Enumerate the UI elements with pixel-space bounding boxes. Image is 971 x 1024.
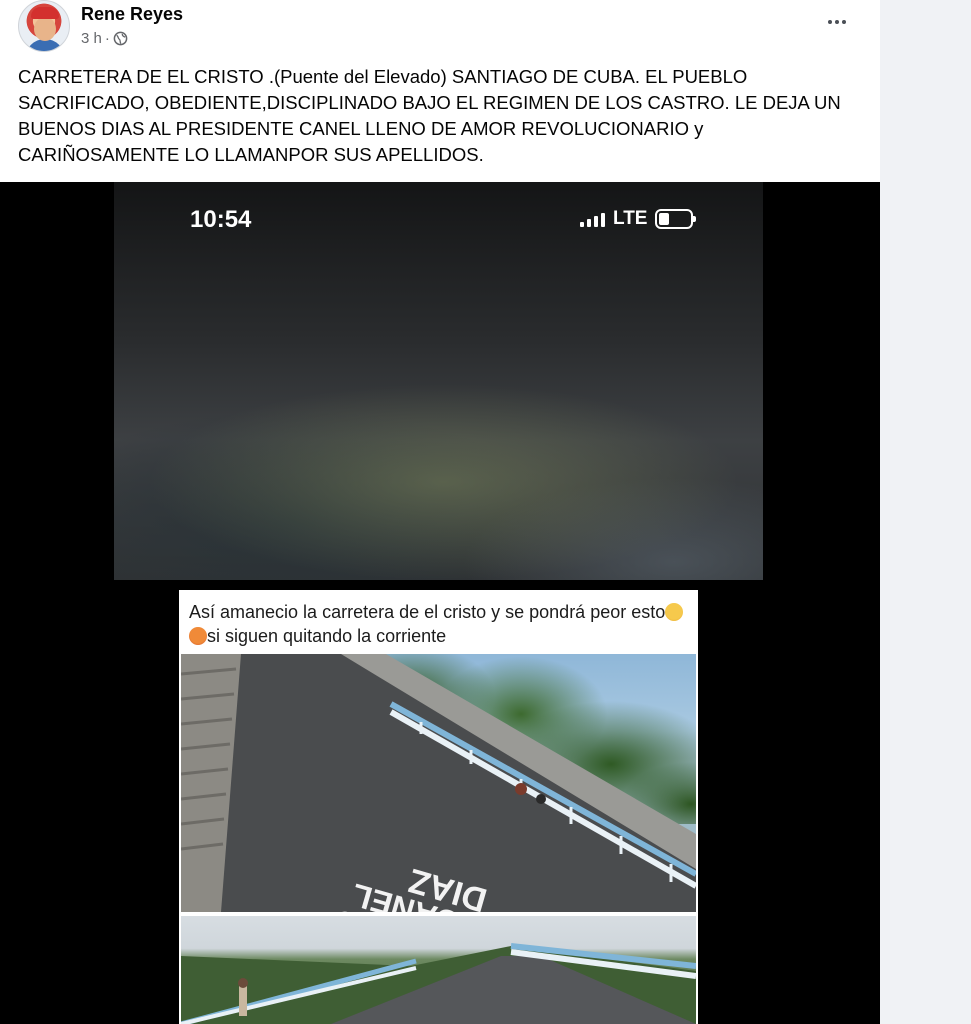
caption-text-start: Así amanecio la carretera de el cristo y…	[189, 602, 666, 622]
post-timestamp[interactable]: 3 h	[81, 30, 102, 47]
globe-icon	[113, 31, 128, 46]
author-name[interactable]: Rene Reyes	[81, 4, 183, 25]
bridge-scene	[181, 943, 696, 1024]
shared-screenshot: Así amanecio la carretera de el cristo y…	[179, 590, 698, 1024]
screenshot-caption: Así amanecio la carretera de el cristo y…	[189, 600, 689, 648]
more-horizontal-icon	[828, 20, 832, 24]
road-scene: DIAZ CANEL SINGAO	[181, 654, 696, 912]
facebook-post: Rene Reyes 3 h · CARRETERA DE EL CRISTO …	[0, 0, 880, 1024]
author-avatar[interactable]	[18, 0, 70, 52]
status-time: 10:54	[190, 206, 252, 233]
bridge-photo	[181, 916, 696, 1024]
post-text: CARRETERA DE EL CRISTO .(Puente del Elev…	[18, 66, 841, 165]
face-with-symbols-emoji	[189, 627, 207, 645]
right-gutter	[880, 0, 971, 1024]
phone-screenshot-blurred: 10:54 LTE	[114, 182, 763, 580]
road-photo: DIAZ CANEL SINGAO	[181, 654, 696, 912]
meta-separator: ·	[104, 30, 110, 47]
signal-icon	[580, 211, 605, 227]
battery-icon	[655, 209, 697, 229]
network-label: LTE	[613, 208, 648, 229]
more-options-button[interactable]	[822, 10, 852, 34]
post-header: Rene Reyes 3 h ·	[0, 0, 880, 60]
angry-face-emoji	[665, 603, 684, 621]
post-meta: 3 h ·	[81, 30, 128, 47]
caption-text-end: si siguen quitando la corriente	[207, 626, 447, 646]
status-indicators: LTE	[580, 208, 697, 230]
post-media[interactable]: 10:54 LTE Así amanecio la carretera de e…	[0, 182, 880, 1024]
